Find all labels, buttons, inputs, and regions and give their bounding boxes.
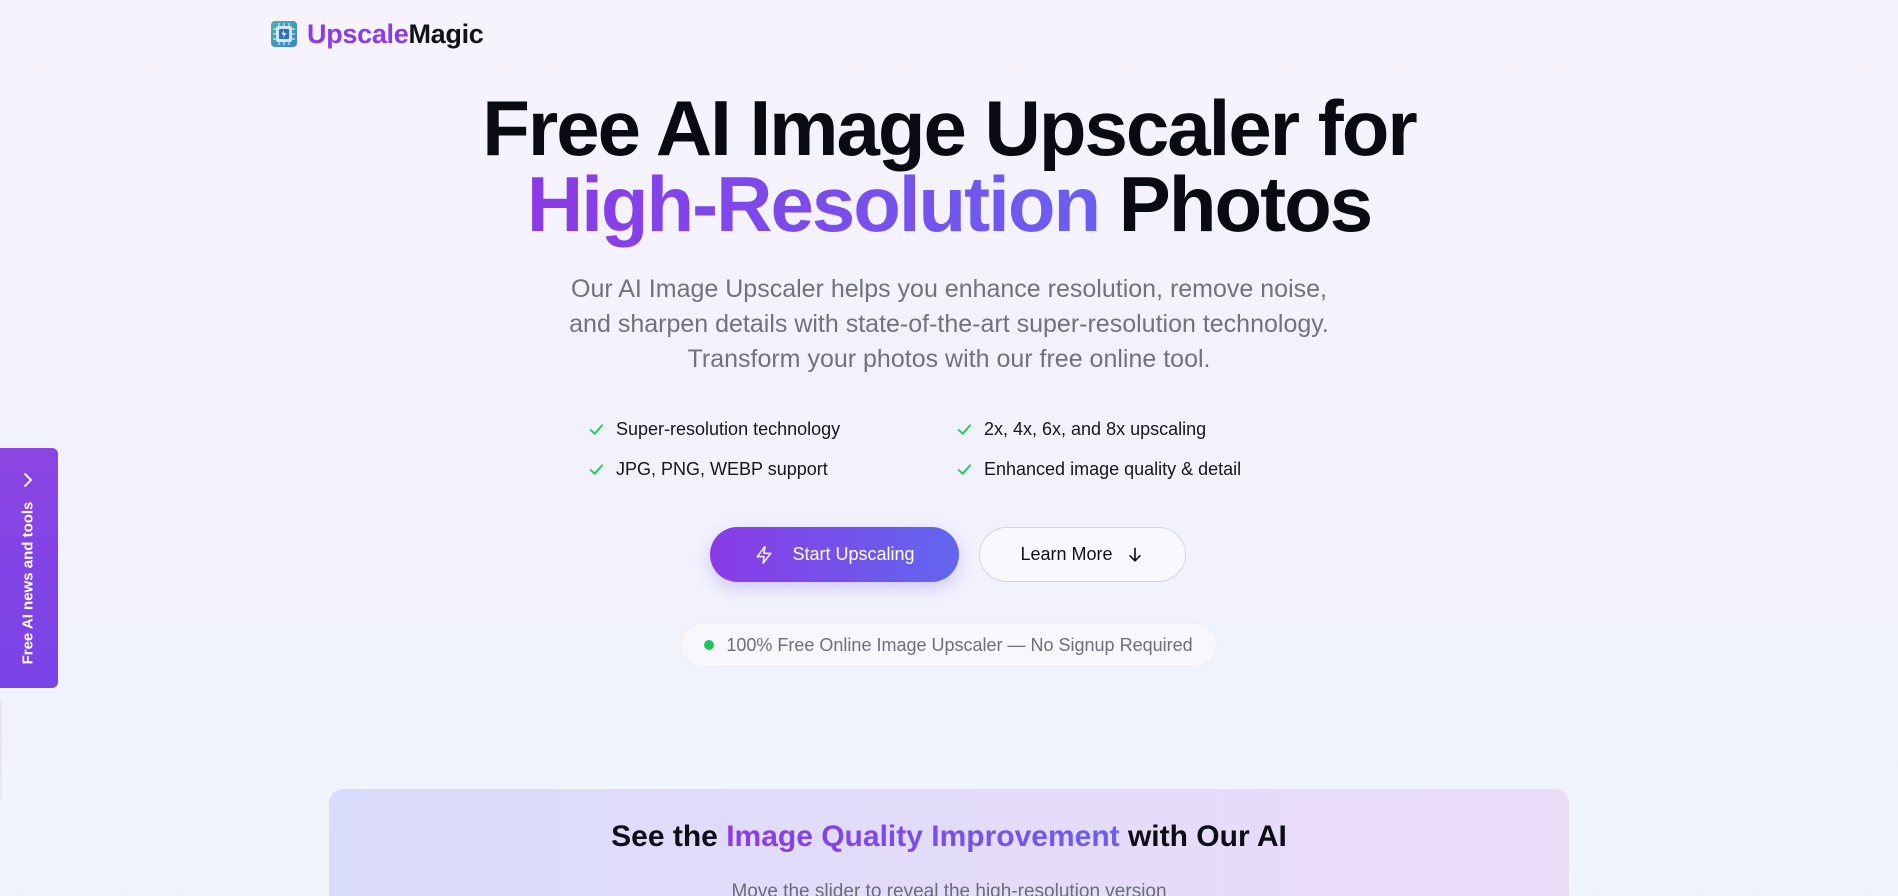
free-badge: 100% Free Online Image Upscaler — No Sig…	[680, 623, 1217, 667]
brand-name: UpscaleMagic	[307, 20, 484, 48]
feature-label: 2x, 4x, 6x, and 8x upscaling	[984, 419, 1207, 439]
brand-name-part1: Upscale	[307, 19, 409, 49]
feature-item: Super-resolution technology	[588, 418, 956, 441]
hero-subtitle-line2: and sharpen details with state-of-the-ar…	[569, 310, 1329, 338]
divider	[0, 700, 2, 800]
compare-title-pre: See the	[611, 820, 727, 853]
chevron-right-icon[interactable]	[19, 471, 37, 489]
check-icon	[957, 464, 972, 475]
hero-title-highlight: High-Resolution	[526, 160, 1101, 248]
feature-label: Super-resolution technology	[616, 419, 841, 439]
quality-compare-section: See the Image Quality Improvement with O…	[329, 789, 1569, 896]
circuit-chip-icon	[271, 21, 297, 47]
check-icon	[589, 464, 604, 475]
start-upscaling-label: Start Upscaling	[792, 544, 915, 564]
compare-subtitle: Move the slider to reveal the high-resol…	[731, 881, 1167, 896]
learn-more-label: Learn More	[1020, 544, 1113, 564]
compare-title-post: with Our AI	[1119, 820, 1287, 853]
side-tab-label[interactable]: Free AI news and tools	[20, 502, 37, 665]
feature-label: JPG, PNG, WEBP support	[616, 459, 828, 479]
start-upscaling-button[interactable]: Start Upscaling	[710, 527, 959, 582]
feature-item: Enhanced image quality & detail	[956, 458, 1276, 481]
arrow-down-icon	[1128, 547, 1141, 562]
status-dot	[704, 640, 715, 650]
brand-logo[interactable]: UpscaleMagic	[270, 20, 484, 48]
compare-title: See the Image Quality Improvement with O…	[329, 819, 1569, 855]
feature-item: 2x, 4x, 6x, and 8x upscaling	[956, 418, 1276, 441]
feature-label: Enhanced image quality & detail	[984, 459, 1242, 479]
feature-list: Super-resolution technology 2x, 4x, 6x, …	[588, 418, 1276, 481]
check-icon	[957, 424, 972, 435]
hero-subtitle-line3: Transform your photos with our free onli…	[687, 345, 1211, 373]
hero-title-tail: Photos	[1118, 160, 1373, 248]
brand-name-part2: Magic	[408, 19, 484, 49]
lightning-icon	[757, 545, 772, 564]
check-icon	[589, 424, 604, 435]
hero-title-line1: Free AI Image Upscaler for	[482, 84, 1417, 172]
hero-title: Free AI Image Upscaler for High-Resoluti…	[0, 89, 1898, 243]
hero-subtitle-line1: Our AI Image Upscaler helps you enhance …	[571, 275, 1327, 303]
free-badge-text: 100% Free Online Image Upscaler — No Sig…	[726, 634, 1193, 655]
compare-title-highlight: Image Quality Improvement	[726, 820, 1120, 853]
feature-item: JPG, PNG, WEBP support	[588, 458, 956, 481]
learn-more-button[interactable]: Learn More	[979, 527, 1186, 582]
hero-subtitle: Our AI Image Upscaler helps you enhance …	[499, 272, 1399, 377]
